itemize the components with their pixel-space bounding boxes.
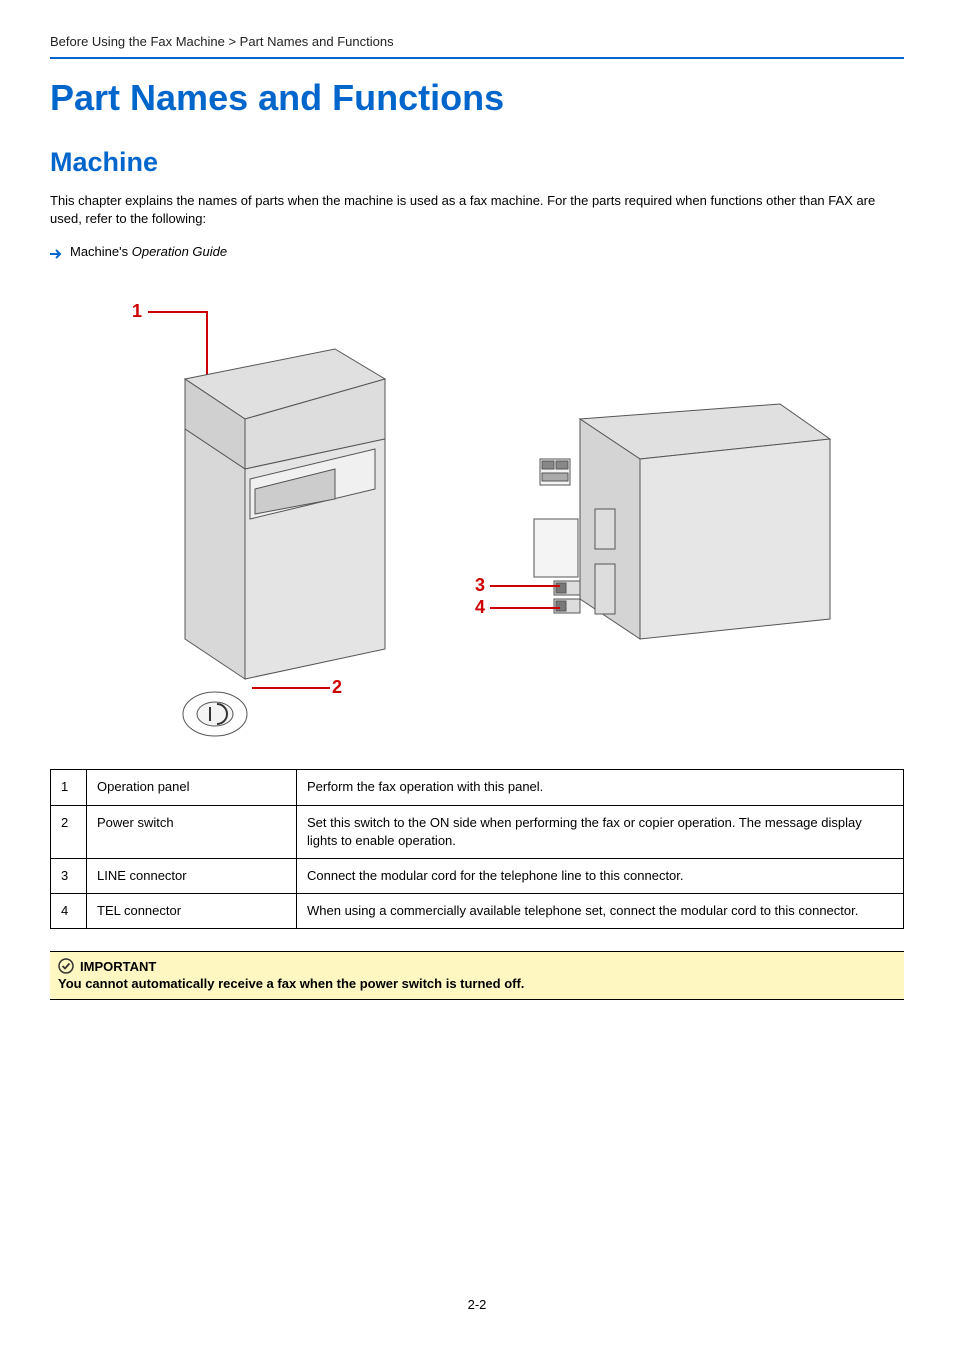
- parts-table: 1 Operation panel Perform the fax operat…: [50, 769, 904, 929]
- machine-rear-illustration: [500, 399, 840, 669]
- callout-3: 3: [475, 575, 485, 596]
- part-name: Operation panel: [87, 770, 297, 805]
- part-name: TEL connector: [87, 894, 297, 929]
- ref-prefix: Machine's: [70, 244, 132, 259]
- ref-guide-name: Operation Guide: [132, 244, 227, 259]
- machine-front-illustration: [155, 339, 415, 739]
- part-number: 1: [51, 770, 87, 805]
- important-label: IMPORTANT: [80, 959, 156, 974]
- reference-line: Machine's Operation Guide: [50, 244, 904, 259]
- check-icon: [58, 958, 74, 974]
- important-note: IMPORTANT You cannot automatically recei…: [50, 951, 904, 1000]
- part-name: Power switch: [87, 805, 297, 858]
- section-subtitle: Machine: [50, 147, 904, 178]
- part-description: Set this switch to the ON side when perf…: [297, 805, 904, 858]
- part-description: Perform the fax operation with this pane…: [297, 770, 904, 805]
- callout-4: 4: [475, 597, 485, 618]
- breadcrumb: Before Using the Fax Machine > Part Name…: [50, 34, 904, 59]
- part-number: 2: [51, 805, 87, 858]
- intro-text: This chapter explains the names of parts…: [50, 192, 904, 228]
- part-description: When using a commercially available tele…: [297, 894, 904, 929]
- table-row: 4 TEL connector When using a commerciall…: [51, 894, 904, 929]
- arrow-icon: [50, 247, 62, 257]
- table-row: 3 LINE connector Connect the modular cor…: [51, 858, 904, 893]
- machine-figure: 1 2: [50, 279, 904, 749]
- important-text: You cannot automatically receive a fax w…: [58, 976, 896, 991]
- callout-2: 2: [332, 677, 342, 698]
- callout-1: 1: [132, 301, 142, 322]
- part-number: 3: [51, 858, 87, 893]
- reference-text: Machine's Operation Guide: [70, 244, 227, 259]
- page-number: 2-2: [0, 1297, 954, 1312]
- table-row: 1 Operation panel Perform the fax operat…: [51, 770, 904, 805]
- callout-3-line: [490, 585, 560, 587]
- callout-1-line: [148, 311, 208, 313]
- part-number: 4: [51, 894, 87, 929]
- callout-2-line: [252, 687, 330, 689]
- table-row: 2 Power switch Set this switch to the ON…: [51, 805, 904, 858]
- callout-4-line: [490, 607, 560, 609]
- part-description: Connect the modular cord for the telepho…: [297, 858, 904, 893]
- page-title: Part Names and Functions: [50, 77, 904, 119]
- part-name: LINE connector: [87, 858, 297, 893]
